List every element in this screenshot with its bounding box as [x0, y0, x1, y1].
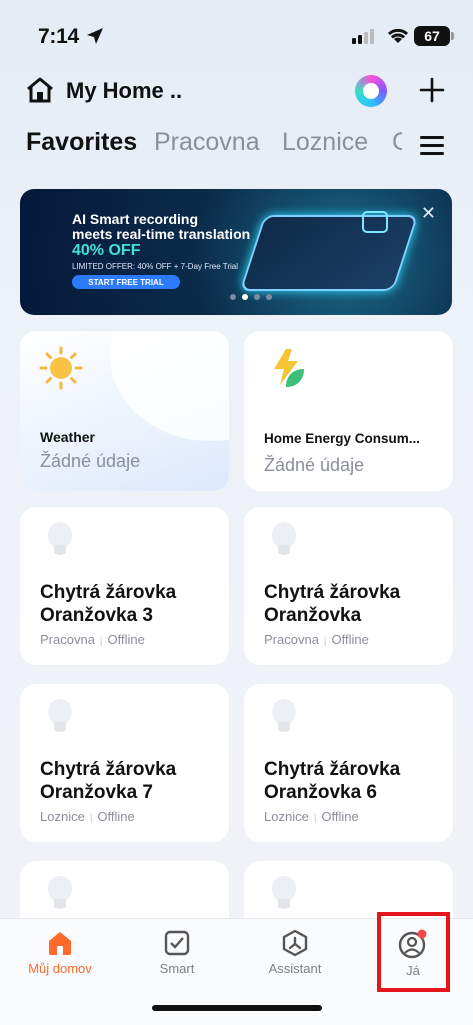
energy-bolt-icon — [274, 349, 304, 387]
device-meta: Loznice | Offline — [264, 809, 359, 824]
energy-value: Žádné údaje — [264, 455, 365, 475]
add-icon[interactable] — [418, 76, 446, 104]
device-card[interactable]: Chytrá žárovka Oranžovka Pracovna | Offlin… — [244, 507, 453, 665]
device-card[interactable]: Chytrá žárovka Oranžovka 7 Loznice | Offli… — [20, 684, 229, 842]
device-status: Offline — [97, 809, 135, 824]
ai-assistant-icon[interactable] — [355, 75, 387, 107]
banner-line-1: AI Smart recording — [72, 211, 199, 227]
banner-line-2: meets real-time translation — [72, 226, 251, 242]
tab-loznice[interactable]: Loznice — [282, 128, 368, 157]
nav-home[interactable]: Můj domov — [10, 929, 110, 976]
home-header: My Home .. — [0, 70, 473, 114]
device-name-line1: Chytrá žárovka — [40, 582, 177, 603]
nav-home-label: Můj domov — [28, 961, 92, 976]
room-tabs: Favorites Pracovna Loznice C — [26, 128, 456, 168]
device-name-line2: Oranžovka 3 — [40, 605, 153, 626]
nav-smart[interactable]: Smart — [127, 929, 227, 976]
assistant-icon — [282, 929, 308, 957]
device-card[interactable]: Chytrá žárovka Oranžovka 3 Pracovna | Offl… — [20, 507, 229, 665]
device-room: Loznice — [40, 809, 85, 824]
start-free-trial-button[interactable]: START FREE TRIAL — [72, 275, 180, 289]
promo-banner[interactable]: AI Smart recording meets real-time trans… — [20, 189, 452, 315]
nav-assistant-label: Assistant — [268, 961, 322, 976]
device-status: Offline — [321, 809, 359, 824]
weather-value: Žádné údaje — [40, 451, 141, 471]
light-bulb-icon — [272, 699, 296, 732]
device-status: Offline — [107, 632, 145, 647]
status-time: 7:14 — [38, 25, 79, 48]
tab-more-room[interactable]: C — [392, 128, 402, 157]
profile-tab-highlight — [377, 912, 450, 992]
weather-title: Weather — [40, 429, 95, 445]
phone-illustration — [239, 215, 419, 291]
device-room: Loznice — [264, 809, 309, 824]
device-name-line2: Oranžovka — [264, 605, 362, 626]
device-meta: Pracovna | Offline — [264, 632, 369, 647]
chat-bubble-icon — [362, 211, 388, 233]
carousel-dots — [230, 294, 272, 300]
light-bulb-icon — [272, 876, 296, 909]
location-arrow-icon — [87, 28, 103, 44]
device-room: Pracovna — [264, 632, 319, 647]
device-meta: Loznice | Offline — [40, 809, 135, 824]
device-status: Offline — [331, 632, 369, 647]
home-outline-icon[interactable] — [25, 76, 55, 104]
cellular-signal-icon — [352, 29, 374, 44]
light-bulb-icon — [48, 699, 72, 732]
home-title[interactable]: My Home .. — [66, 78, 182, 104]
tab-pracovna[interactable]: Pracovna — [154, 128, 260, 157]
device-name-line2: Oranžovka 7 — [40, 782, 153, 803]
nav-smart-label: Smart — [159, 961, 195, 976]
banner-offer: 40% OFF — [72, 242, 141, 259]
smart-check-icon — [164, 930, 190, 956]
nav-assistant[interactable]: Assistant — [245, 929, 345, 976]
light-bulb-icon — [272, 522, 296, 555]
home-indicator[interactable] — [152, 1005, 322, 1011]
energy-title: Home Energy Consum... — [264, 431, 421, 446]
device-name-line2: Oranžovka 6 — [264, 782, 377, 803]
wifi-icon — [387, 28, 409, 43]
device-meta: Pracovna | Offline — [40, 632, 145, 647]
device-name-line1: Chytrá žárovka — [264, 582, 401, 603]
light-bulb-icon — [48, 522, 72, 555]
battery-indicator: 67 — [414, 26, 454, 46]
banner-close-icon[interactable]: ✕ — [421, 203, 436, 224]
home-icon — [49, 932, 71, 955]
tabs-menu-icon[interactable] — [420, 136, 444, 158]
status-bar: 7:14 67 — [0, 0, 473, 70]
banner-small-text: LIMITED OFFER: 40% OFF + 7-Day Free Tria… — [72, 262, 239, 271]
weather-card[interactable]: Weather Žádné údaje — [20, 331, 229, 491]
device-name-line1: Chytrá žárovka — [264, 759, 401, 780]
energy-card[interactable]: Home Energy Consum... Žádné údaje — [244, 331, 453, 491]
tab-favorites[interactable]: Favorites — [26, 128, 137, 157]
light-bulb-icon — [48, 876, 72, 909]
sun-icon — [39, 346, 83, 390]
device-card[interactable]: Chytrá žárovka Oranžovka 6 Loznice | Offli… — [244, 684, 453, 842]
device-room: Pracovna — [40, 632, 95, 647]
device-name-line1: Chytrá žárovka — [40, 759, 177, 780]
